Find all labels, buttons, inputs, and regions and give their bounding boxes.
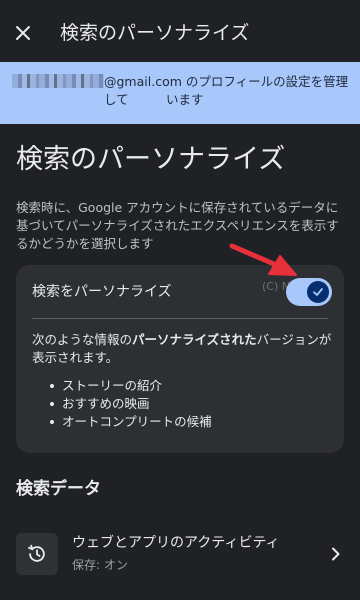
list-item: ストーリーの紹介 xyxy=(50,377,212,395)
chevron-right-icon xyxy=(328,544,344,564)
list-item: オートコンプリートの候補 xyxy=(50,413,212,431)
activity-title: ウェブとアプリのアクティビティ xyxy=(72,535,280,551)
top-app-bar: 検索のパーソナライズ xyxy=(0,0,360,62)
activity-status: 保存: オン xyxy=(72,558,128,572)
personalization-card: 検索をパーソナライズ (C) Nicle 次のような情報のパーソナライズされたバ… xyxy=(16,265,344,453)
check-icon xyxy=(313,288,323,296)
web-app-activity-row[interactable]: ウェブとアプリのアクティビティ 保存: オン xyxy=(0,522,360,586)
close-icon xyxy=(16,26,30,40)
app-bar-title: 検索のパーソナライズ xyxy=(60,22,250,44)
account-banner: @gmail.com のプロフィールの設定を管理して います xyxy=(0,62,360,124)
history-icon xyxy=(28,544,45,562)
close-button[interactable] xyxy=(10,20,36,46)
banner-text: @gmail.com のプロフィールの設定を管理して xyxy=(104,74,349,107)
personalization-examples: ストーリーの紹介 おすすめの映画 オートコンプリートの候補 xyxy=(50,377,212,431)
redacted-email-user xyxy=(12,74,104,88)
card-intro-before: 次のような情報の xyxy=(32,332,133,347)
card-intro-bold: パーソナライズされた xyxy=(132,332,257,347)
personalize-search-toggle[interactable] xyxy=(286,278,332,306)
toggle-knob xyxy=(307,281,329,303)
card-intro: 次のような情報のパーソナライズされたバージョンが表示されます。 xyxy=(32,331,332,367)
card-divider xyxy=(32,318,328,319)
activity-icon-container xyxy=(16,533,58,575)
banner-text-line2: います xyxy=(166,92,204,107)
section-title: 検索データ xyxy=(16,479,101,499)
toggle-label: 検索をパーソナライズ xyxy=(32,284,172,300)
page-title: 検索のパーソナライズ xyxy=(16,144,286,175)
page-description: 検索時に、Google アカウントに保存されているデータに基づいてパーソナライズ… xyxy=(16,200,339,251)
list-item: おすすめの映画 xyxy=(50,395,212,413)
